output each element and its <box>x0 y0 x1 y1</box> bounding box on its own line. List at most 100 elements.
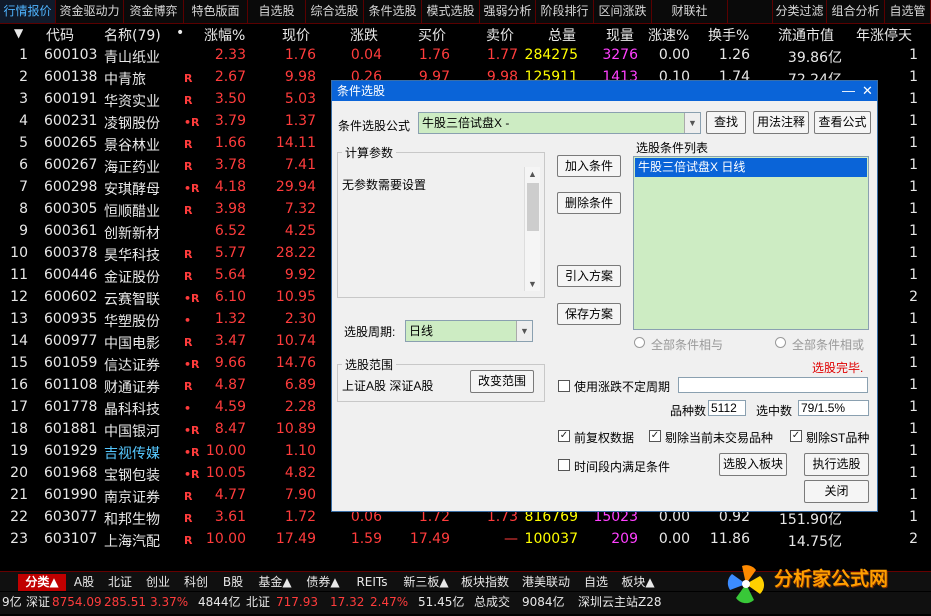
cell-name: 景谷林业 <box>104 138 160 154</box>
variable-period-checkbox[interactable] <box>558 380 570 392</box>
top-tab[interactable]: 分类过滤 <box>773 0 827 23</box>
col-speed[interactable]: 涨速% <box>648 25 689 45</box>
radio-or[interactable] <box>775 337 786 348</box>
col-volume[interactable]: 总量 <box>548 25 576 45</box>
col-market-cap[interactable]: 流通市值 <box>778 25 834 45</box>
bottom-tab[interactable]: 板块▲ <box>616 574 660 591</box>
col-bid[interactable]: 买价 <box>418 25 446 45</box>
col-turnover[interactable]: 换手% <box>708 25 749 45</box>
condition-list-item[interactable]: 牛股三倍试盘X 日线 <box>635 158 867 177</box>
exclude-untraded-checkbox[interactable]: ✓ <box>649 430 661 442</box>
find-button[interactable]: 查找 <box>706 111 746 134</box>
cell-yl: 2 <box>909 531 918 547</box>
close-button[interactable]: 关闭 <box>804 480 869 503</box>
status-bz-label: 北证 <box>246 595 271 609</box>
execute-button[interactable]: 执行选股 <box>804 453 869 476</box>
top-tab[interactable]: 自选股 <box>248 0 306 23</box>
col-limit-days[interactable]: 年涨停天 <box>856 25 931 45</box>
add-condition-button[interactable]: 加入条件 <box>557 155 621 177</box>
cell-mark: R <box>184 138 193 151</box>
cell-code: 600138 <box>44 69 98 85</box>
cell-code: 600446 <box>44 267 98 283</box>
status-server[interactable]: 深圳云主站Z28 <box>578 592 662 612</box>
time-range-checkbox[interactable] <box>558 459 570 471</box>
cell-i: 15 <box>10 355 28 371</box>
save-scheme-button[interactable]: 保存方案 <box>557 303 621 325</box>
scroll-up-icon[interactable]: ▲ <box>528 169 537 179</box>
col-code[interactable]: 代码 <box>46 25 74 45</box>
top-tab[interactable]: 财联社 <box>652 0 728 23</box>
cell-yl: 1 <box>909 245 918 261</box>
fq-checkbox[interactable]: ✓ <box>558 430 570 442</box>
to-block-button[interactable]: 选股入板块 <box>719 453 787 476</box>
col-name[interactable]: 名称(79) <box>104 25 161 45</box>
col-ask[interactable]: 卖价 <box>486 25 514 45</box>
bottom-tab[interactable]: 科创 <box>178 574 214 591</box>
top-tab[interactable]: 阶段排行 <box>536 0 594 23</box>
exclude-st-checkbox[interactable]: ✓ <box>790 430 802 442</box>
top-tab[interactable]: 特色版面 <box>184 0 248 23</box>
period-select[interactable]: 日线 ▼ <box>405 320 533 342</box>
bottom-tab[interactable]: B股 <box>216 574 250 591</box>
cell-i: 20 <box>10 465 28 481</box>
top-tab[interactable]: 资金博弈 <box>124 0 184 23</box>
dialog-title-bar[interactable]: 条件选股 <box>332 81 877 101</box>
condition-list[interactable]: 牛股三倍试盘X 日线 <box>633 156 869 330</box>
view-formula-button[interactable]: 查看公式 <box>814 111 871 134</box>
cell-i: 16 <box>10 377 28 393</box>
cell-price: 2.30 <box>284 311 316 327</box>
params-scrollbar[interactable]: ▲ ▼ <box>524 167 540 291</box>
status-prev-amount: 9亿 <box>2 595 22 609</box>
bottom-tab[interactable]: A股 <box>68 574 100 591</box>
col-pct[interactable]: 涨幅% <box>204 25 245 45</box>
formula-select[interactable]: 牛股三倍试盘X - ▼ <box>418 112 701 134</box>
bottom-tab[interactable]: 自选 <box>578 574 614 591</box>
close-icon[interactable]: ✕ <box>862 83 873 99</box>
table-row[interactable]: 1 600103 青山纸业 2.33 1.76 0.04 1.76 1.77 284275 327… <box>0 46 931 68</box>
top-tab[interactable]: 区间涨跌 <box>594 0 652 23</box>
bottom-tab[interactable]: REITs <box>348 574 396 591</box>
cell-price: 14.76 <box>275 355 316 371</box>
cell-code: 601059 <box>44 355 98 371</box>
top-tab[interactable]: 综合选股 <box>306 0 364 23</box>
bottom-tab[interactable]: 北证 <box>102 574 138 591</box>
col-price[interactable]: 现价 <box>282 25 310 45</box>
bottom-tab[interactable]: 债券▲ <box>300 574 346 591</box>
usage-button[interactable]: 用法注释 <box>753 111 809 134</box>
top-tab[interactable]: 模式选股 <box>422 0 480 23</box>
table-row[interactable]: 23 603107 上海汽配 R 10.00 17.49 1.59 17.49 — 100037 2… <box>0 530 931 552</box>
top-tab[interactable] <box>728 0 773 23</box>
bottom-tab[interactable]: 港美联动 <box>516 574 576 591</box>
variable-period-input[interactable] <box>678 377 868 393</box>
cell-code: 601778 <box>44 399 98 415</box>
bottom-tab[interactable]: 分类▲ <box>18 574 66 591</box>
cell-code: 601881 <box>44 421 98 437</box>
cell-code: 600361 <box>44 223 98 239</box>
top-tab[interactable]: 强弱分析 <box>480 0 536 23</box>
col-cur-volume[interactable]: 现量 <box>606 25 634 45</box>
cell-yl: 1 <box>909 69 918 85</box>
bottom-tab[interactable]: 板块指数 <box>456 574 514 591</box>
bottom-tab[interactable]: 创业 <box>140 574 176 591</box>
delete-condition-button[interactable]: 删除条件 <box>557 192 621 214</box>
scroll-down-icon[interactable]: ▼ <box>528 279 537 289</box>
top-tab[interactable]: 资金驱动力 <box>56 0 124 23</box>
top-tab[interactable]: 自选管 <box>885 0 931 23</box>
scroll-thumb[interactable] <box>527 183 539 231</box>
chevron-down-icon: ▼ <box>516 321 532 341</box>
import-scheme-button[interactable]: 引入方案 <box>557 265 621 287</box>
status-sz-label: 深证 <box>26 595 51 609</box>
col-change[interactable]: 涨跌 <box>350 25 378 45</box>
cell-pct: 8.47 <box>214 421 246 437</box>
top-tab[interactable]: 组合分析 <box>827 0 885 23</box>
bottom-tab[interactable]: 基金▲ <box>252 574 298 591</box>
change-range-button[interactable]: 改变范围 <box>470 370 534 393</box>
minimize-icon[interactable]: — <box>842 83 855 99</box>
cell-vol: 100037 <box>524 531 578 547</box>
top-tab[interactable]: 行情报价 <box>0 0 56 23</box>
top-tab[interactable]: 条件选股 <box>364 0 422 23</box>
radio-and[interactable] <box>634 337 645 348</box>
sort-arrow-icon[interactable]: ▼ <box>14 26 23 40</box>
cell-name: 安琪酵母 <box>104 182 160 198</box>
bottom-tab[interactable]: 新三板▲ <box>398 574 454 591</box>
